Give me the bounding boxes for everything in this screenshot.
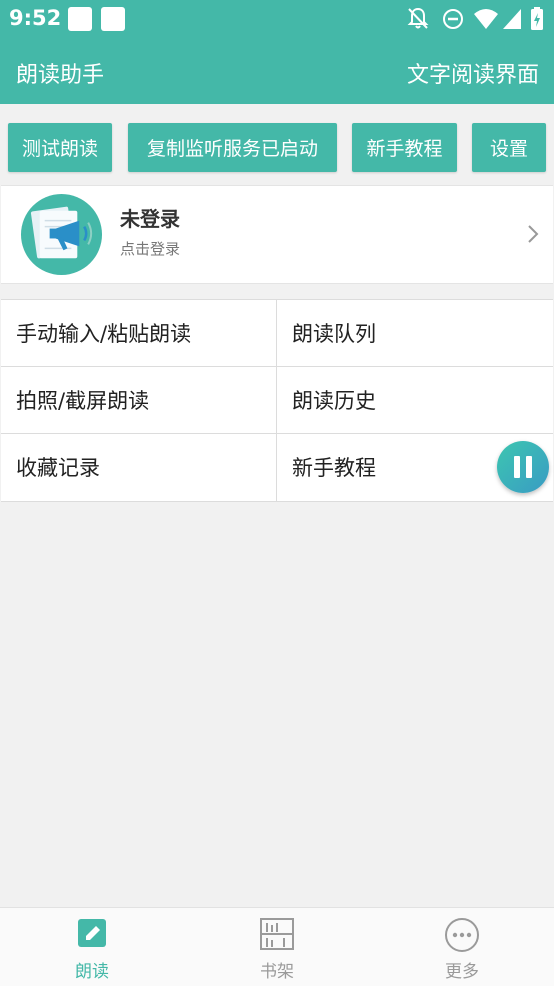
battery-charging-icon	[531, 7, 543, 30]
manual-input-item[interactable]: 手动输入/粘贴朗读	[1, 300, 276, 366]
nav-more-label: 更多	[445, 962, 479, 982]
read-history-item[interactable]: 朗读历史	[277, 367, 552, 433]
status-time: 9:52	[9, 6, 62, 30]
pause-button[interactable]	[497, 441, 549, 493]
bookshelf-icon	[260, 918, 294, 950]
favorites-label: 收藏记录	[16, 456, 100, 480]
photo-read-label: 拍照/截屏朗读	[16, 389, 150, 413]
manual-input-label: 手动输入/粘贴朗读	[16, 322, 192, 346]
read-queue-label: 朗读队列	[292, 322, 376, 346]
signal-icon	[503, 9, 521, 29]
photo-read-item[interactable]: 拍照/截屏朗读	[1, 367, 276, 433]
read-queue-item[interactable]: 朗读队列	[277, 300, 552, 366]
more-icon	[445, 918, 479, 952]
read-history-label: 朗读历史	[292, 389, 376, 413]
nav-read-label: 朗读	[75, 962, 109, 982]
text-reading-view-link[interactable]: 文字阅读界面	[407, 57, 539, 89]
edit-icon	[78, 919, 106, 947]
copy-service-button[interactable]: 复制监听服务已启动	[128, 123, 337, 172]
settings-button[interactable]: 设置	[472, 123, 546, 172]
bottom-nav: 朗读 书架 更多	[0, 907, 554, 986]
nav-bookshelf[interactable]: 书架	[185, 908, 369, 986]
do-not-disturb-icon	[443, 9, 463, 29]
login-hint: 点击登录	[120, 240, 181, 258]
notification-square-icon	[101, 7, 125, 31]
nav-bookshelf-label: 书架	[260, 962, 294, 982]
tutorial-button[interactable]: 新手教程	[352, 123, 457, 172]
bell-off-icon	[407, 7, 429, 29]
wifi-icon	[474, 9, 498, 29]
login-card[interactable]: 未登录 点击登录	[1, 185, 553, 284]
menu-grid: 手动输入/粘贴朗读 朗读队列 拍照/截屏朗读 朗读历史 收藏记录 新手教程	[1, 299, 553, 502]
notification-square-icon	[68, 7, 92, 31]
pause-icon	[514, 456, 532, 478]
favorites-item[interactable]: 收藏记录	[1, 434, 276, 500]
test-read-button[interactable]: 测试朗读	[8, 123, 112, 172]
status-bar: 9:52	[0, 0, 554, 38]
app-title: 朗读助手	[16, 63, 105, 88]
nav-more[interactable]: 更多	[370, 908, 554, 986]
tutorial-label: 新手教程	[292, 456, 376, 480]
nav-read[interactable]: 朗读	[0, 908, 184, 986]
chevron-right-icon	[528, 225, 539, 243]
megaphone-icon	[20, 193, 103, 276]
divider	[276, 300, 277, 501]
login-status: 未登录	[120, 207, 180, 231]
app-bar: 朗读助手 文字阅读界面	[0, 38, 554, 104]
